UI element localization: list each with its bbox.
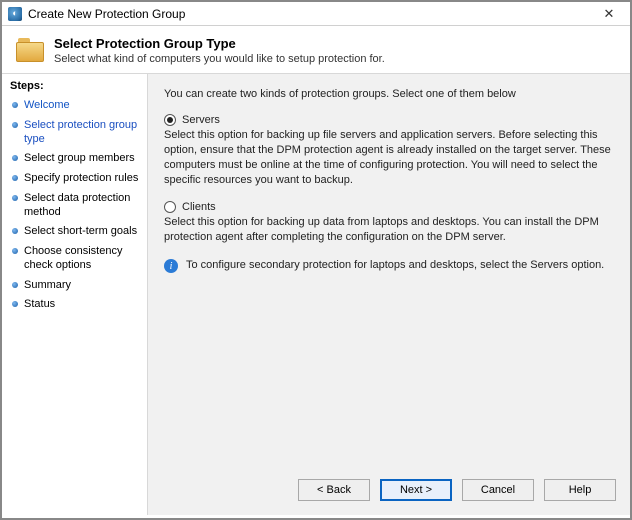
option-servers[interactable]: Servers xyxy=(164,114,614,126)
steps-heading: Steps: xyxy=(2,80,147,96)
window-title: Create New Protection Group xyxy=(28,7,185,21)
radio-icon xyxy=(164,201,176,213)
steps-sidebar: Steps: Welcome Select protection group t… xyxy=(2,73,148,515)
option-clients[interactable]: Clients xyxy=(164,201,614,213)
step-bullet-icon xyxy=(12,282,18,288)
titlebar: ◐ Create New Protection Group ✕ xyxy=(2,2,630,26)
step-bullet-icon xyxy=(12,228,18,234)
step-bullet-icon xyxy=(12,195,18,201)
info-note: i To configure secondary protection for … xyxy=(164,259,614,273)
step-specify-protection-rules[interactable]: Specify protection rules xyxy=(2,169,147,189)
wizard-header: Select Protection Group Type Select what… xyxy=(2,26,630,73)
step-choose-consistency-check-options[interactable]: Choose consistency check options xyxy=(2,242,147,276)
step-select-protection-group-type[interactable]: Select protection group type xyxy=(2,116,147,150)
info-text: To configure secondary protection for la… xyxy=(186,259,604,271)
help-button[interactable]: Help xyxy=(544,479,616,501)
app-icon: ◐ xyxy=(8,7,22,21)
info-icon: i xyxy=(164,259,178,273)
folder-icon xyxy=(16,38,44,64)
step-select-data-protection-method[interactable]: Select data protection method xyxy=(2,189,147,223)
step-bullet-icon xyxy=(12,102,18,108)
step-bullet-icon xyxy=(12,301,18,307)
step-bullet-icon xyxy=(12,155,18,161)
page-title: Select Protection Group Type xyxy=(54,36,385,51)
wizard-buttons: < Back Next > Cancel Help xyxy=(148,469,630,515)
step-bullet-icon xyxy=(12,248,18,254)
radio-icon xyxy=(164,114,176,126)
step-select-group-members[interactable]: Select group members xyxy=(2,149,147,169)
back-button[interactable]: < Back xyxy=(298,479,370,501)
cancel-button[interactable]: Cancel xyxy=(462,479,534,501)
intro-text: You can create two kinds of protection g… xyxy=(164,88,614,100)
option-clients-description: Select this option for backing up data f… xyxy=(164,215,614,245)
content-pane: You can create two kinds of protection g… xyxy=(148,74,630,469)
step-status[interactable]: Status xyxy=(2,295,147,315)
option-servers-description: Select this option for backing up file s… xyxy=(164,128,614,187)
step-bullet-icon xyxy=(12,175,18,181)
step-bullet-icon xyxy=(12,122,18,128)
option-clients-label: Clients xyxy=(182,201,216,213)
close-button[interactable]: ✕ xyxy=(592,4,626,24)
option-servers-label: Servers xyxy=(182,114,220,126)
page-subtitle: Select what kind of computers you would … xyxy=(54,53,385,65)
step-summary[interactable]: Summary xyxy=(2,276,147,296)
step-welcome[interactable]: Welcome xyxy=(2,96,147,116)
step-select-short-term-goals[interactable]: Select short-term goals xyxy=(2,222,147,242)
next-button[interactable]: Next > xyxy=(380,479,452,501)
